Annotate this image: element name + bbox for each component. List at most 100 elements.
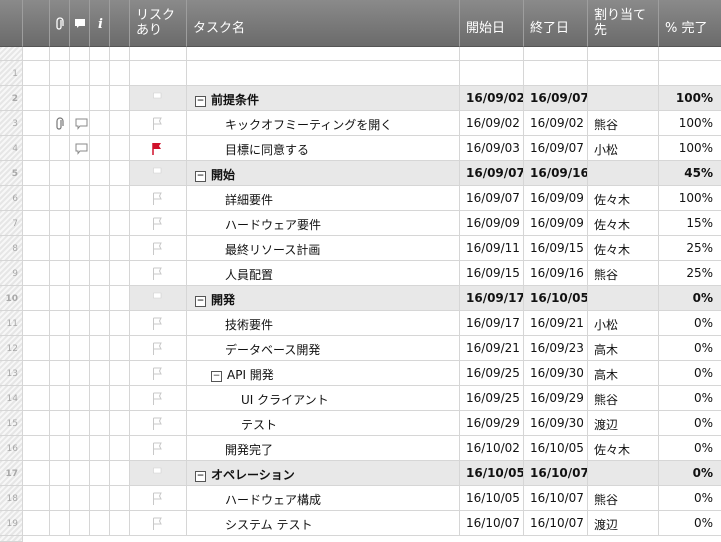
task-name-cell[interactable]: 詳細要件 <box>187 186 460 211</box>
risk-cell[interactable] <box>130 336 187 361</box>
task-row[interactable]: 14 UI クライアント 16/09/25 16/09/29 熊谷 0% <box>0 386 721 411</box>
end-date-cell[interactable]: 16/10/07 <box>524 461 588 486</box>
collapse-toggle[interactable]: − <box>195 96 206 107</box>
task-name-cell[interactable]: 開発完了 <box>187 436 460 461</box>
task-name-cell[interactable]: − オペレーション <box>187 461 460 486</box>
task-name-cell[interactable]: − API 開発 <box>187 361 460 386</box>
info-cell[interactable] <box>90 86 110 111</box>
risk-flag-icon[interactable] <box>152 292 162 306</box>
risk-cell[interactable] <box>130 386 187 411</box>
start-date-cell[interactable]: 16/09/02 <box>460 86 524 111</box>
task-name-cell[interactable]: データベース開発 <box>187 336 460 361</box>
end-date-cell[interactable]: 16/09/09 <box>524 211 588 236</box>
summary-row[interactable]: 10− 開発 16/09/17 16/10/05 0% <box>0 286 721 311</box>
risk-flag-icon[interactable] <box>152 367 162 381</box>
assigned-to-cell[interactable]: 高木 <box>588 336 659 361</box>
task-row[interactable]: 18 ハードウェア構成 16/10/05 16/10/07 熊谷 0% <box>0 486 721 511</box>
collapse-toggle[interactable]: − <box>195 471 206 482</box>
end-date-cell[interactable]: 16/09/30 <box>524 361 588 386</box>
task-name-cell[interactable]: システム テスト <box>187 511 460 536</box>
task-row[interactable]: 6 詳細要件 16/09/07 16/09/09 佐々木 100% <box>0 186 721 211</box>
task-row[interactable]: 4 目標に同意する 16/09/03 16/09/07 小松 100% <box>0 136 721 161</box>
row-number[interactable]: 8 <box>0 236 23 261</box>
task-row[interactable]: 11 技術要件 16/09/17 16/09/21 小松 0% <box>0 311 721 336</box>
end-date-cell[interactable]: 16/09/30 <box>524 411 588 436</box>
assigned-to-cell[interactable]: 熊谷 <box>588 111 659 136</box>
attachment-cell[interactable] <box>50 86 70 111</box>
attachment-cell[interactable] <box>50 261 70 286</box>
start-date-cell[interactable]: 16/10/02 <box>460 436 524 461</box>
info-cell[interactable] <box>90 461 110 486</box>
summary-row[interactable]: 2− 前提条件 16/09/02 16/09/07 100% <box>0 86 721 111</box>
start-date-cell[interactable]: 16/09/21 <box>460 336 524 361</box>
risk-flag-icon[interactable] <box>152 392 162 406</box>
percent-complete-cell[interactable]: 0% <box>659 311 721 336</box>
risk-cell[interactable] <box>130 286 187 311</box>
attachment-cell[interactable] <box>50 136 70 161</box>
percent-complete-cell[interactable]: 25% <box>659 236 721 261</box>
end-date-cell[interactable]: 16/09/21 <box>524 311 588 336</box>
risk-flag-icon[interactable] <box>152 342 162 356</box>
task-name-cell[interactable]: ハードウェア構成 <box>187 486 460 511</box>
risk-cell[interactable] <box>130 111 187 136</box>
start-date-cell[interactable]: 16/10/05 <box>460 486 524 511</box>
assigned-to-cell[interactable]: 佐々木 <box>588 186 659 211</box>
risk-cell[interactable] <box>130 61 187 86</box>
info-cell[interactable] <box>90 136 110 161</box>
end-date-cell[interactable] <box>524 61 588 86</box>
percent-complete-cell[interactable]: 0% <box>659 361 721 386</box>
risk-flag-icon[interactable] <box>152 517 162 531</box>
attachment-cell[interactable] <box>50 486 70 511</box>
header-comments[interactable] <box>70 0 90 47</box>
assigned-to-cell[interactable]: 佐々木 <box>588 211 659 236</box>
row-number[interactable]: 3 <box>0 111 23 136</box>
comment-cell[interactable] <box>70 136 90 161</box>
risk-flag-icon[interactable] <box>152 417 162 431</box>
percent-complete-cell[interactable]: 100% <box>659 86 721 111</box>
info-cell[interactable] <box>90 111 110 136</box>
row-number[interactable]: 17 <box>0 461 23 486</box>
info-cell[interactable] <box>90 386 110 411</box>
assigned-to-cell[interactable]: 小松 <box>588 136 659 161</box>
header-end-date[interactable]: 終了日 <box>524 0 588 47</box>
risk-flag-icon[interactable] <box>152 192 162 206</box>
task-name-cell[interactable] <box>187 61 460 86</box>
risk-cell[interactable] <box>130 261 187 286</box>
comment-cell[interactable] <box>70 386 90 411</box>
row-number[interactable]: 2 <box>0 86 23 111</box>
attachment-cell[interactable] <box>50 61 70 86</box>
info-cell[interactable] <box>90 211 110 236</box>
row-number[interactable]: 19 <box>0 511 23 536</box>
end-date-cell[interactable]: 16/09/16 <box>524 261 588 286</box>
percent-complete-cell[interactable]: 100% <box>659 136 721 161</box>
percent-complete-cell[interactable]: 0% <box>659 511 721 536</box>
end-date-cell[interactable]: 16/09/15 <box>524 236 588 261</box>
start-date-cell[interactable]: 16/10/05 <box>460 461 524 486</box>
risk-flag-icon[interactable] <box>152 467 162 481</box>
risk-flag-icon[interactable] <box>152 167 162 181</box>
end-date-cell[interactable]: 16/10/05 <box>524 436 588 461</box>
end-date-cell[interactable]: 16/09/09 <box>524 186 588 211</box>
info-cell[interactable] <box>90 61 110 86</box>
task-name-cell[interactable]: テスト <box>187 411 460 436</box>
start-date-cell[interactable]: 16/09/17 <box>460 311 524 336</box>
row-number[interactable]: 15 <box>0 411 23 436</box>
start-date-cell[interactable]: 16/09/25 <box>460 361 524 386</box>
risk-cell[interactable] <box>130 361 187 386</box>
info-cell[interactable] <box>90 286 110 311</box>
start-date-cell[interactable]: 16/09/07 <box>460 186 524 211</box>
attachment-cell[interactable] <box>50 311 70 336</box>
assigned-to-cell[interactable] <box>588 61 659 86</box>
comment-cell[interactable] <box>70 111 90 136</box>
task-name-cell[interactable]: 技術要件 <box>187 311 460 336</box>
task-name-cell[interactable]: − 前提条件 <box>187 86 460 111</box>
end-date-cell[interactable]: 16/10/05 <box>524 286 588 311</box>
comment-cell[interactable] <box>70 211 90 236</box>
assigned-to-cell[interactable]: 渡辺 <box>588 411 659 436</box>
risk-cell[interactable] <box>130 436 187 461</box>
attachment-cell[interactable] <box>50 161 70 186</box>
attachment-cell[interactable] <box>50 436 70 461</box>
assigned-to-cell[interactable]: 熊谷 <box>588 261 659 286</box>
attachment-cell[interactable] <box>50 411 70 436</box>
risk-flag-icon[interactable] <box>152 492 162 506</box>
